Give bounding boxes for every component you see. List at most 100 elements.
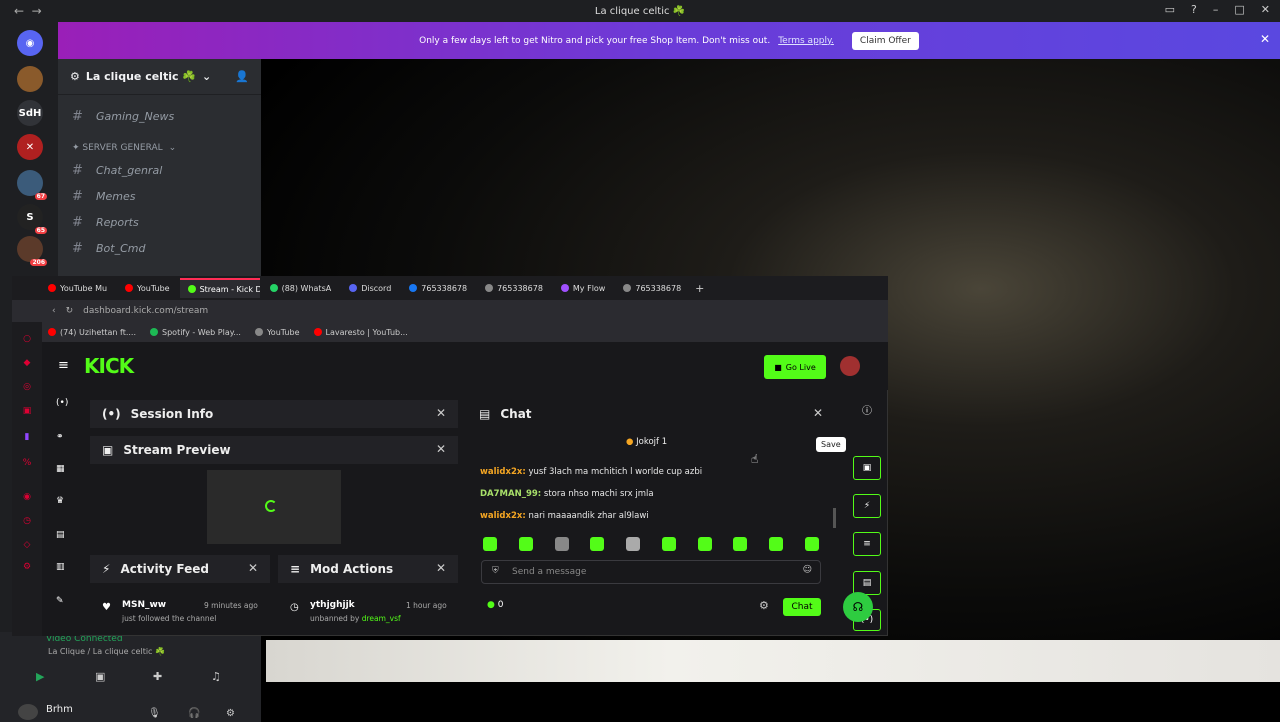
emote[interactable] [698,537,712,551]
stream-icon[interactable]: (•) [56,398,68,408]
voice-channel[interactable]: La Clique / La clique celtic ☘️ [48,647,165,656]
tab-discord[interactable]: Discord [341,278,399,298]
channel-gaming-news[interactable]: # Gaming_News [72,109,174,124]
link-icon[interactable]: ⚭ [56,432,64,442]
emote[interactable] [662,537,676,551]
twitch-icon[interactable]: ▮ [22,432,32,442]
chat-send-button[interactable]: Chat [783,598,821,616]
close-icon[interactable]: ✕ [436,561,446,575]
emote[interactable] [483,537,497,551]
emote[interactable] [590,537,604,551]
layout-icon[interactable]: ▦ [56,464,65,474]
tab-youtube[interactable]: YouTube [117,278,178,298]
activities-icon[interactable]: ✚ [153,670,162,683]
claim-offer-button[interactable]: Claim Offer [851,31,919,50]
server-header[interactable]: ⚙ La clique celtic ☘️ ⌄ 👤 [58,59,261,95]
activity-user[interactable]: MSN_ww [122,600,166,610]
emote[interactable] [805,537,819,551]
tab-youtube-music[interactable]: YouTube Mu [40,278,115,298]
sidebar-icon[interactable]: ○ [22,334,32,344]
chat-scrollbar[interactable] [833,508,836,528]
history-icon[interactable]: ◷ [22,516,32,526]
bookmark-spotify[interactable]: Spotify - Web Play... [150,328,241,337]
close-icon[interactable]: ✕ [436,406,446,420]
new-tab-icon[interactable]: + [695,282,704,295]
tab-my-flow[interactable]: My Flow [553,278,613,298]
sidebar-icon[interactable]: % [22,458,32,468]
help-icon[interactable]: ? [1191,3,1197,16]
pinned-user[interactable]: ● Jokojf 1 [626,437,667,447]
stream-preview-toggle-icon[interactable]: ▣ [853,456,881,480]
tab-facebook[interactable]: 765338678 [401,278,475,298]
emoji-icon[interactable]: ☺ [803,565,812,575]
avatar[interactable] [18,704,38,720]
points-count[interactable]: ● 0 [487,600,503,610]
address-bar[interactable]: ‹ ↻ dashboard.kick.com/stream [12,300,888,322]
emote[interactable] [519,537,533,551]
avatar[interactable] [840,356,860,376]
info-icon[interactable]: ⓘ [862,402,872,417]
maximize-icon[interactable]: □ [1234,3,1244,16]
analytics-icon[interactable]: ▥ [56,562,65,572]
mod-toggle-icon[interactable]: ≡ [853,532,881,556]
channel-bot-cmd[interactable]: # Bot_Cmd [72,241,145,256]
sidebar-icon[interactable]: ◎ [22,382,32,392]
minimize-icon[interactable]: – [1213,3,1219,16]
screen-share-icon[interactable]: ▣ [95,670,105,683]
chat-header[interactable]: ▤ Chat ✕ [467,400,835,428]
mod-actions-header[interactable]: ≡ Mod Actions ✕ [278,555,458,583]
tab-doc-2[interactable]: 765338678 [615,278,689,298]
terms-link[interactable]: Terms apply. [778,36,834,46]
kick-logo[interactable]: KICK [84,354,134,378]
guild-icon[interactable]: ✕ [17,134,43,160]
stream-preview-header[interactable]: ▣ Stream Preview ✕ [90,436,458,464]
mic-icon[interactable]: 🎙 [148,708,161,719]
sidebar-icon[interactable]: ◇ [22,540,32,550]
close-icon[interactable]: ✕ [1260,32,1270,46]
close-icon[interactable]: ✕ [436,442,446,456]
trophy-icon[interactable]: ♛ [56,496,64,506]
activity-toggle-icon[interactable]: ⚡ [853,494,881,518]
channel-reports[interactable]: # Reports [72,215,139,230]
emote[interactable] [626,537,640,551]
inbox-icon[interactable]: ▭ [1165,3,1175,16]
guild-icon[interactable] [17,66,43,92]
guild-icon-sdh[interactable]: SdH [17,100,43,126]
emote[interactable] [555,537,569,551]
emote[interactable] [769,537,783,551]
back-arrow-icon[interactable]: ← → [14,4,42,18]
chat-settings-icon[interactable]: ⚙ [759,599,769,612]
headset-icon[interactable]: 🎧 [188,708,200,719]
tab-doc[interactable]: 765338678 [477,278,551,298]
settings-icon[interactable]: ⚙ [22,562,32,572]
tools-icon[interactable]: ✎ [56,596,64,606]
bookmark-youtube[interactable]: YouTube [254,328,300,337]
close-icon[interactable]: ✕ [813,406,823,420]
mod-user[interactable]: ythjghjjk [310,600,355,610]
video-icon[interactable]: ▤ [56,530,65,540]
channel-chat-genral[interactable]: # Chat_genral [72,163,162,178]
guild-icon[interactable]: 206 [17,236,47,266]
headset-support-icon[interactable]: ☊ [843,592,873,622]
back-icon[interactable]: ‹ [52,306,56,316]
add-member-icon[interactable]: 👤 [235,70,249,83]
sidebar-icon[interactable]: ▣ [22,406,32,416]
go-live-button[interactable]: ■ Go Live [764,355,826,379]
emote[interactable] [733,537,747,551]
soundboard-icon[interactable]: ♫ [211,670,221,683]
close-window-icon[interactable]: ✕ [1261,3,1270,16]
guild-icon[interactable]: S 65 [17,204,47,234]
close-icon[interactable]: ✕ [248,561,258,575]
url-text[interactable]: dashboard.kick.com/stream [83,306,208,316]
menu-icon[interactable]: ≡ [58,358,69,373]
reload-icon[interactable]: ↻ [66,306,74,316]
category-server-general[interactable]: ✦ SERVER GENERAL ⌄ [72,143,176,153]
sidebar-icon[interactable]: ◆ [22,358,32,368]
session-info-header[interactable]: (•) Session Info ✕ [90,400,458,428]
activity-feed-header[interactable]: ⚡ Activity Feed ✕ [90,555,270,583]
sidebar-icon[interactable]: ◉ [22,492,32,502]
chat-message-input[interactable]: ⛨ Send a message ☺ [481,560,821,584]
tab-whatsapp[interactable]: (88) WhatsA [262,278,340,298]
tab-kick-dashboard[interactable]: Stream - Kick Dashb [179,278,260,298]
settings-gear-icon[interactable]: ⚙ [226,708,235,719]
